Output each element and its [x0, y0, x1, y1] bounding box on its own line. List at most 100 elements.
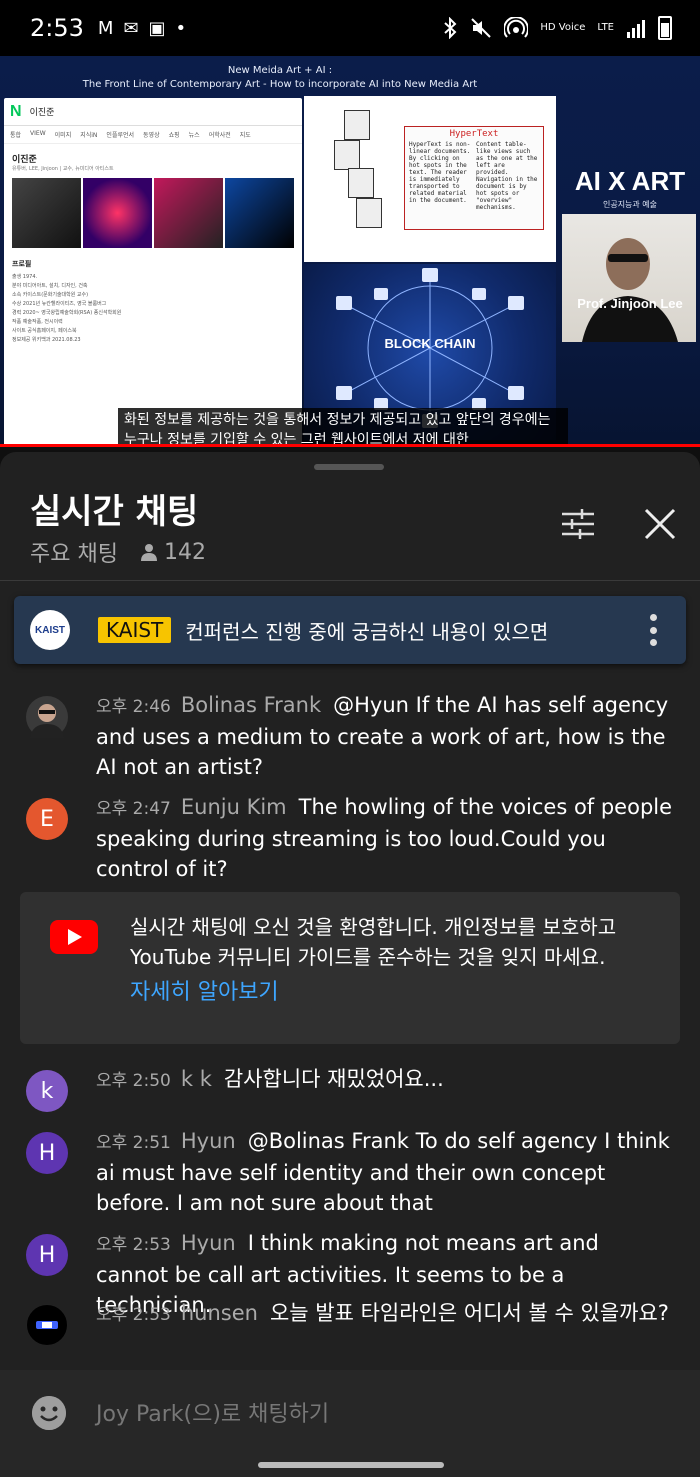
system-icons: HD Voice LTE — [442, 16, 672, 40]
hotspot-icon — [504, 17, 529, 38]
avatar[interactable]: H — [26, 1132, 68, 1174]
signal-icon — [627, 20, 645, 38]
chat-message[interactable]: k 오후 2:50 k k 감사합니다 재밌었어요... — [26, 1064, 676, 1112]
pinned-text: 컨퍼런스 진행 중에 궁금하신 내용이 있으면 — [185, 619, 549, 644]
browser-photo — [83, 178, 152, 248]
status-time: 2:53 — [30, 14, 84, 42]
browser-info-line: 경력 2020~ 영국왕립예술학회(RSA) 종신석학회원 — [12, 310, 122, 316]
pinned-message[interactable]: KAIST KAIST 컨퍼런스 진행 중에 궁금하신 내용이 있으면 — [14, 596, 686, 664]
browser-tab: 뉴스 — [188, 132, 200, 139]
viewer-count-value: 142 — [163, 539, 206, 565]
smiley-icon — [32, 1396, 66, 1430]
chat-input-field[interactable]: Joy Park(으)로 채팅하기 — [96, 1396, 329, 1428]
browser-tab: 쇼핑 — [168, 132, 180, 139]
battery-icon — [658, 16, 672, 40]
message-author[interactable]: Hyun — [181, 1231, 236, 1255]
avatar[interactable] — [26, 696, 68, 738]
video-title-line2: The Front Line of Contemporary Art - How… — [82, 79, 478, 90]
avatar[interactable]: E — [26, 798, 68, 840]
message-body: 오후 2:47 Eunju Kim The howling of the voice… — [96, 792, 676, 884]
browser-tab: 지식iN — [80, 132, 98, 139]
hypertext-page-stack — [322, 110, 392, 240]
blockchain-label: BLOCK CHAIN — [384, 336, 476, 351]
viewer-count: 142 — [140, 540, 206, 565]
emoji-button[interactable] — [32, 1396, 66, 1430]
browser-info-line: 출생 1974. — [12, 274, 38, 280]
browser-search-text: 이진준 — [29, 108, 55, 118]
home-indicator[interactable] — [258, 1462, 444, 1468]
browser-profile-info: 프로필 출생 1974. 분야 미디어아트, 설치, 디자인, 건축 소속 카이… — [4, 250, 302, 355]
message-body: 오후 2:53 hunsen 오늘 발표 타임라인은 어디서 볼 수 있을까요? — [96, 1298, 676, 1330]
bluetooth-icon — [444, 17, 457, 39]
video-footer-sponsors: 주최 KAIST 전산 — [16, 422, 120, 439]
message-body: 오후 2:51 Hyun @Bolinas Frank To do self age… — [96, 1126, 676, 1218]
slide-hypertext: HyperText HyperText is non-linear docume… — [304, 96, 556, 262]
browser-tab: 어학사전 — [208, 132, 231, 139]
hd-voice-label: HD Voice — [540, 22, 586, 33]
chat-message[interactable]: H 오후 2:51 Hyun @Bolinas Frank To do self a… — [26, 1126, 676, 1218]
message-author[interactable]: Hyun — [181, 1129, 236, 1153]
avatar-logo — [36, 1321, 58, 1329]
app-notification-icon: ▣ — [148, 17, 166, 39]
hypertext-col1: HyperText is non-linear documents. By cl… — [409, 141, 471, 204]
message-author[interactable]: Bolinas Frank — [181, 693, 321, 717]
browser-info-line: 소속 카이스트(문화기술대학원 교수) — [12, 292, 89, 298]
message-body: 오후 2:46 Bolinas Frank @Hyun If the AI has … — [96, 690, 676, 782]
browser-tab: 인플루언서 — [106, 132, 135, 139]
more-options-button[interactable] — [650, 614, 658, 646]
message-body: 오후 2:50 k k 감사합니다 재밌었어요... — [96, 1064, 676, 1096]
browser-photo — [225, 178, 294, 248]
chat-subheader: 주요 채팅 142 — [30, 536, 206, 568]
header-divider — [0, 580, 700, 581]
message-author[interactable]: k k — [181, 1067, 212, 1091]
video-player[interactable]: New Meida Art + AI : The Front Line of C… — [0, 56, 700, 446]
tune-icon — [562, 509, 594, 539]
browser-info-title: 프로필 — [12, 260, 32, 268]
ai-art-logo: AI X ART 인공지능과 예술 — [560, 166, 700, 210]
hypertext-card: HyperText HyperText is non-linear docume… — [404, 126, 544, 230]
avatar[interactable]: H — [26, 1234, 68, 1276]
learn-more-link[interactable]: 자세히 알아보기 — [130, 974, 279, 1006]
drag-handle[interactable] — [314, 464, 384, 470]
lte-label: LTE — [597, 22, 614, 33]
footer-kaist-logo: KAIST — [48, 423, 88, 438]
hypertext-page — [356, 198, 382, 228]
video-slide-title: New Meida Art + AI : The Front Line of C… — [0, 64, 560, 92]
message-text: 감사합니다 재밌었어요... — [223, 1067, 444, 1091]
speaker-webcam — [562, 214, 696, 342]
video-progress-bar[interactable] — [0, 444, 700, 447]
chat-message[interactable]: 오후 2:53 hunsen 오늘 발표 타임라인은 어디서 볼 수 있을까요? — [26, 1298, 676, 1346]
video-caption: 화된 정보를 제공하는 것을 통해서 정보가 제공되고 있고 앞단의 경우에는 … — [118, 408, 568, 446]
browser-info-line: 작품 예술작품, 전시이력 — [12, 319, 63, 325]
chat-mode-selector[interactable]: 주요 채팅 — [30, 536, 118, 568]
status-bar: 2:53 M ✉ ▣ • HD Voice LTE — [0, 0, 700, 56]
browser-info-line: 분야 미디어아트, 설치, 디자인, 건축 — [12, 283, 88, 289]
message-time: 오후 2:53 — [96, 1305, 171, 1325]
browser-tab: 이미지 — [54, 132, 72, 139]
gmail-icon: M — [97, 17, 114, 39]
message-time: 오후 2:47 — [96, 799, 171, 819]
footer-host-label: 주최 — [16, 424, 39, 438]
pinned-avatar: KAIST — [30, 610, 70, 650]
close-icon — [644, 508, 676, 540]
naver-logo: N — [10, 102, 22, 120]
avatar[interactable]: k — [26, 1070, 68, 1112]
chat-message[interactable]: E 오후 2:47 Eunju Kim The howling of the voi… — [26, 792, 676, 884]
avatar[interactable] — [26, 1304, 68, 1346]
chat-welcome-notice: 실시간 채팅에 오신 것을 환영합니다. 개인정보를 보호하고 YouTube … — [20, 892, 680, 1044]
close-button[interactable] — [640, 504, 680, 544]
message-author[interactable]: Eunju Kim — [181, 795, 287, 819]
caption-line1: 화된 정보를 제공하는 것을 통해서 정보가 제공되고 있고 앞단의 경우에는 — [124, 412, 551, 428]
hypertext-body: HyperText is non-linear documents. By cl… — [405, 139, 543, 213]
notice-text: 실시간 채팅에 오신 것을 환영합니다. 개인정보를 보호하고 YouTube … — [130, 915, 617, 969]
filter-button[interactable] — [558, 504, 598, 544]
message-author[interactable]: hunsen — [181, 1301, 258, 1325]
message-time: 오후 2:53 — [96, 1235, 171, 1255]
dot-icon — [650, 614, 657, 621]
chat-message[interactable]: 오후 2:46 Bolinas Frank @Hyun If the AI has … — [26, 690, 676, 782]
ai-art-subtitle: 인공지능과 예술 — [602, 200, 658, 209]
hypertext-page — [344, 110, 370, 140]
browser-photo-row — [4, 172, 302, 250]
person-icon — [140, 544, 157, 561]
message-time: 오후 2:51 — [96, 1133, 171, 1153]
